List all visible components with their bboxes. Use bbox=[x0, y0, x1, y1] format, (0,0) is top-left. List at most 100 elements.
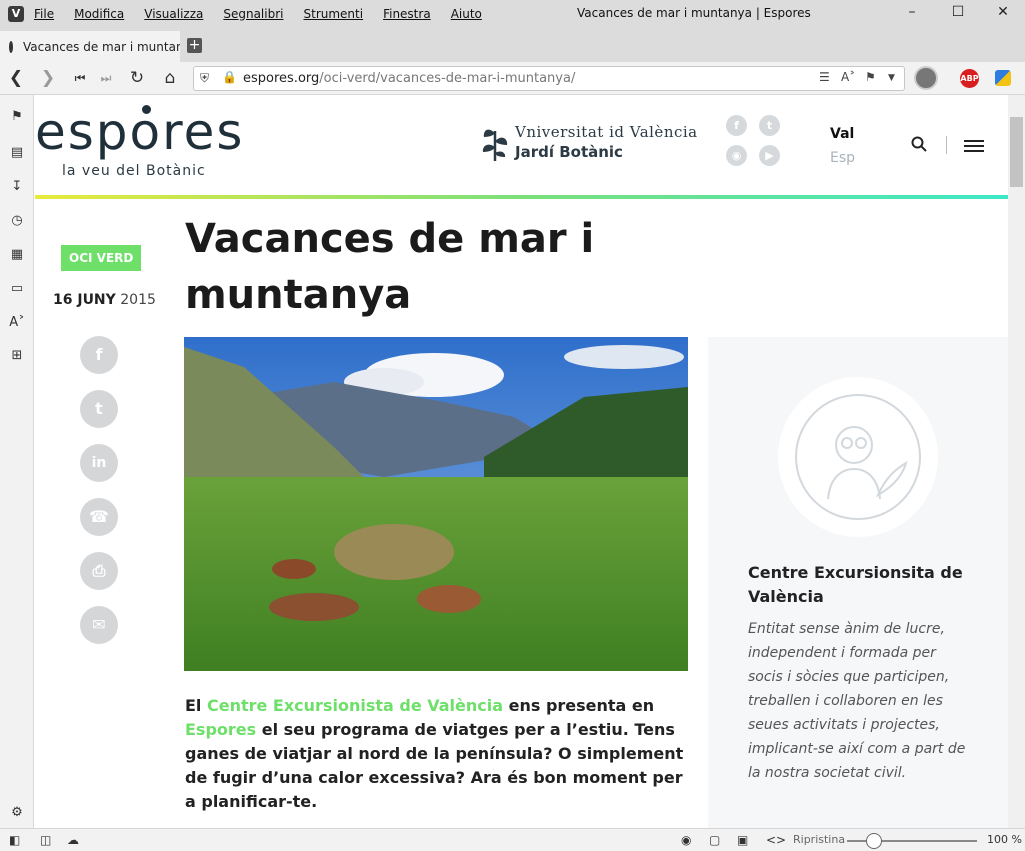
lock-icon[interactable]: 🔒 bbox=[222, 70, 237, 84]
page-actions-icon[interactable]: <> bbox=[766, 833, 786, 847]
sync-cloud-icon[interactable]: ☁ bbox=[67, 833, 79, 847]
share-linkedin-icon[interactable]: in bbox=[80, 444, 118, 482]
date-day: 16 JUNY bbox=[53, 292, 116, 308]
share-twitter-icon[interactable]: t bbox=[80, 390, 118, 428]
menu-visualizza[interactable]: Visualizza bbox=[144, 7, 203, 21]
close-window-icon[interactable]: ✕ bbox=[993, 4, 1013, 22]
instagram-icon[interactable]: ◉ bbox=[726, 145, 747, 166]
print-icon[interactable]: ⎙ bbox=[80, 552, 118, 590]
menu-modifica-label: Modifica bbox=[74, 6, 125, 21]
author-description: Entitat sense ànim de lucre, independent… bbox=[748, 621, 966, 781]
botanic-garden-name: Jardí Botànic bbox=[515, 143, 623, 161]
bookmark-icon[interactable]: ⚑ bbox=[865, 70, 876, 84]
menu-file-label: File bbox=[34, 6, 55, 21]
author-illustration-icon bbox=[795, 394, 921, 520]
zoom-slider-knob[interactable] bbox=[866, 833, 882, 849]
twitter-icon[interactable]: t bbox=[759, 115, 780, 136]
reader-view-icon[interactable]: ☰ bbox=[819, 70, 830, 84]
extension-icon[interactable] bbox=[995, 70, 1011, 86]
tab-active[interactable]: Vacances de mar i muntanya | Espores bbox=[0, 31, 180, 62]
panel-toggle-icon[interactable]: ◧ bbox=[9, 833, 20, 847]
menu-aiuto-label: Aiuto bbox=[450, 6, 482, 21]
new-tab-button[interactable]: + bbox=[187, 38, 202, 53]
intro-part-3: el seu programa de viatges per a l’estiu… bbox=[185, 720, 684, 811]
maximize-icon[interactable]: ☐ bbox=[948, 4, 968, 22]
botanic-leaf-icon bbox=[482, 129, 508, 161]
zoom-level: 100 % bbox=[987, 833, 1022, 846]
window-panel-icon[interactable]: ▭ bbox=[9, 281, 25, 297]
url-field[interactable]: ⛨ 🔒 espores.org/oci-verd/vacances-de-mar… bbox=[193, 66, 905, 91]
forward-icon[interactable]: ❯ bbox=[38, 68, 58, 88]
capture-icon[interactable]: ◉ bbox=[681, 833, 691, 847]
lang-val-link[interactable]: Val bbox=[830, 126, 854, 142]
menu-file[interactable]: File bbox=[34, 7, 54, 21]
intro-part-1: El bbox=[185, 696, 207, 715]
tiling-icon[interactable]: ◫ bbox=[40, 833, 51, 847]
rewind-icon[interactable]: ⏮ bbox=[70, 68, 90, 88]
facebook-icon[interactable]: f bbox=[726, 115, 747, 136]
menu-strumenti[interactable]: Strumenti bbox=[304, 7, 364, 21]
home-icon[interactable]: ⌂ bbox=[160, 68, 180, 88]
author-name: Centre Excursionsita de València bbox=[748, 563, 963, 606]
dropdown-icon[interactable]: ▼ bbox=[888, 73, 895, 83]
reading-list-icon[interactable]: ▤ bbox=[9, 145, 25, 161]
web-page: espores la veu del Botànic Vniversitat i… bbox=[35, 95, 1008, 828]
url-text: espores.org/oci-verd/vacances-de-mar-i-m… bbox=[243, 71, 575, 86]
vivaldi-logo-icon[interactable]: V bbox=[8, 5, 24, 22]
lang-esp-link[interactable]: Esp bbox=[830, 150, 855, 166]
menu-aiuto[interactable]: Aiuto bbox=[451, 7, 482, 21]
address-bar: ❮ ❯ ⏮ ⏭ ↻ ⌂ ⛨ 🔒 espores.org/oci-verd/vac… bbox=[0, 62, 1025, 95]
bookmarks-panel-icon[interactable]: ⚑ bbox=[9, 109, 25, 125]
tab-favicon-icon bbox=[9, 40, 13, 53]
reload-icon[interactable]: ↻ bbox=[127, 68, 147, 88]
shield-icon[interactable]: ⛨ bbox=[200, 71, 209, 86]
menu-segnalibri[interactable]: Segnalibri bbox=[223, 7, 283, 21]
header-separator bbox=[946, 136, 947, 154]
url-path: /oci-verd/vacances-de-mar-i-muntanya/ bbox=[319, 71, 576, 86]
search-icon[interactable] bbox=[911, 136, 927, 152]
article-date: 16 JUNY 2015 bbox=[53, 292, 156, 308]
adblock-plus-icon[interactable]: ABP bbox=[960, 69, 979, 88]
side-panel: ⚑ ▤ ↧ ◷ ▦ ▭ A˃ ⊞ ⚙ bbox=[0, 95, 34, 828]
status-bar: ◧ ◫ ☁ ◉ ▢ ▣ <> Ripristina 100 % bbox=[0, 828, 1025, 851]
fast-forward-icon[interactable]: ⏭ bbox=[96, 68, 116, 88]
translate-icon[interactable]: A˃ bbox=[841, 70, 855, 84]
page-scrollbar[interactable] bbox=[1008, 95, 1025, 828]
hero-image-horses-meadow bbox=[184, 337, 688, 671]
share-whatsapp-icon[interactable]: ☎ bbox=[80, 498, 118, 536]
menu-bar: V File Modifica Visualizza Segnalibri St… bbox=[0, 0, 1025, 27]
date-year: 2015 bbox=[120, 292, 156, 308]
page-tiling-icon[interactable]: ▢ bbox=[709, 833, 720, 847]
intro-part-2: ens presenta en bbox=[503, 696, 655, 715]
share-email-icon[interactable]: ✉ bbox=[80, 606, 118, 644]
logo-dot bbox=[142, 105, 151, 114]
author-avatar bbox=[778, 377, 938, 537]
downloads-icon[interactable]: ↧ bbox=[9, 179, 25, 195]
menu-finestra[interactable]: Finestra bbox=[383, 7, 431, 21]
intro-link-espores[interactable]: Espores bbox=[185, 720, 256, 739]
scroll-thumb[interactable] bbox=[1010, 117, 1023, 187]
tab-bar: Vacances de mar i muntanya | Espores + bbox=[0, 27, 1025, 62]
profile-avatar[interactable] bbox=[914, 66, 938, 90]
minimize-icon[interactable]: – bbox=[902, 4, 922, 22]
settings-gear-icon[interactable]: ⚙ bbox=[9, 805, 25, 821]
espores-logo[interactable]: espores bbox=[35, 107, 244, 157]
site-tagline: la veu del Botànic bbox=[62, 163, 206, 179]
translate-panel-icon[interactable]: A˃ bbox=[9, 315, 25, 331]
zoom-reset-button[interactable]: Ripristina bbox=[793, 833, 845, 846]
youtube-icon[interactable]: ▶ bbox=[759, 145, 780, 166]
notes-icon[interactable]: ▦ bbox=[9, 247, 25, 263]
share-facebook-icon[interactable]: f bbox=[80, 336, 118, 374]
back-icon[interactable]: ❮ bbox=[6, 68, 26, 88]
hamburger-menu-icon[interactable] bbox=[964, 140, 984, 152]
image-toggle-icon[interactable]: ▣ bbox=[737, 833, 748, 847]
menu-strumenti-label: Strumenti bbox=[303, 6, 364, 21]
menu-modifica[interactable]: Modifica bbox=[74, 7, 124, 21]
category-badge[interactable]: OCI VERD bbox=[61, 245, 142, 271]
history-icon[interactable]: ◷ bbox=[9, 213, 25, 229]
intro-link-centre[interactable]: Centre Excursionista de València bbox=[207, 696, 503, 715]
tab-title: Vacances de mar i muntanya | Espores bbox=[23, 39, 180, 54]
add-panel-icon[interactable]: ⊞ bbox=[9, 348, 25, 364]
url-domain: espores.org bbox=[243, 71, 320, 86]
article-title: Vacances de mar i muntanya bbox=[185, 216, 595, 318]
